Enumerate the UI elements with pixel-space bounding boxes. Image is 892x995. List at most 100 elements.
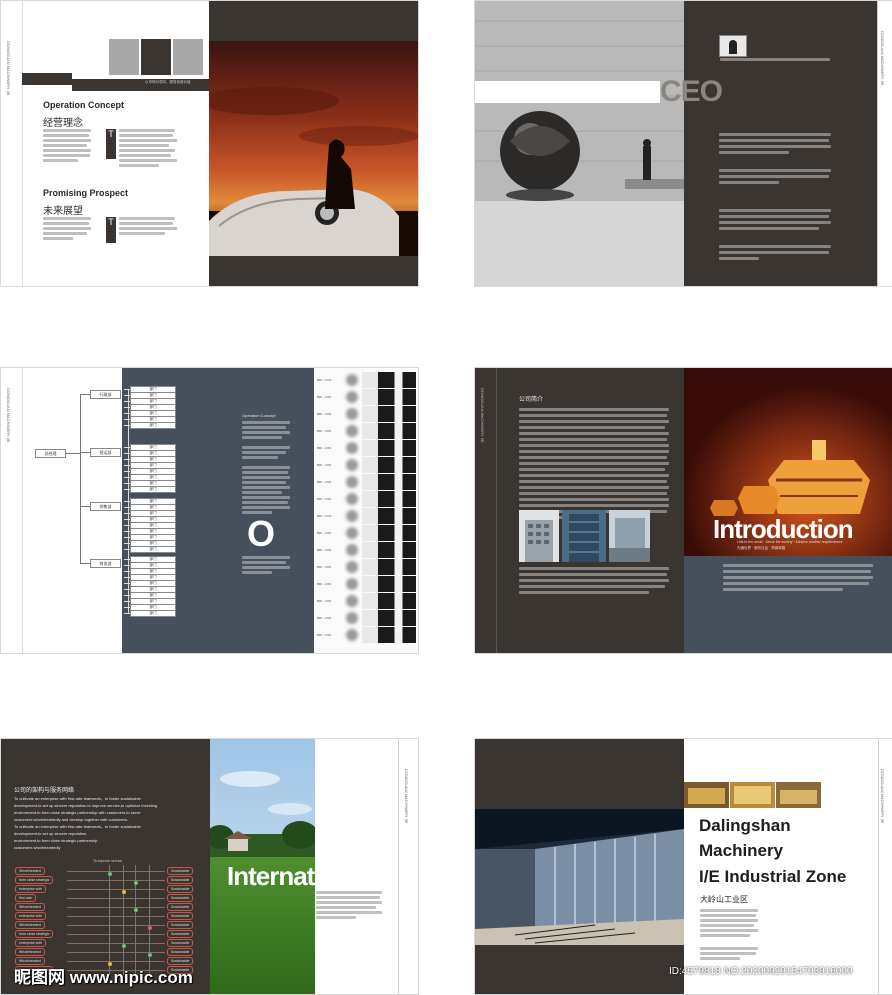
network-left-node: Wholehearted <box>15 903 45 911</box>
network-left-node: enterprise with <box>15 885 46 893</box>
network-link <box>67 880 165 881</box>
person-figure <box>346 372 416 388</box>
network-right-node: Sustainable <box>167 930 194 938</box>
body-text-4 <box>119 217 179 247</box>
person-tag: BRI - UON <box>317 599 332 603</box>
network-column-line <box>123 865 124 975</box>
org-dept-4: 财务部 <box>90 559 121 568</box>
person-tag: BRI - UON <box>317 514 332 518</box>
network-right-node: Sustainable <box>167 894 194 902</box>
big-letter-o: O <box>247 513 276 554</box>
intro-body-text <box>519 408 669 519</box>
body-text-2 <box>119 129 179 174</box>
spread-organization: DONGGUAN MACHINERY I/E 总经理 行政部 营运部 销售部 财… <box>0 367 419 654</box>
heading-operation: Operation Concept <box>43 100 125 110</box>
org-root: 总经理 <box>35 449 66 458</box>
person-tag: BRI - UON <box>317 395 332 399</box>
person-figure <box>346 423 416 439</box>
person-figure <box>346 576 416 592</box>
person-figure <box>346 474 416 490</box>
network-column-line <box>149 865 150 975</box>
spread-introduction: DONGGUAN MACHINERY I/E 公司简介 Introduction… <box>474 367 892 654</box>
network-right-node: Sustainable <box>167 939 194 947</box>
person-figure <box>346 559 416 575</box>
person-figure <box>346 508 416 524</box>
network-left-node: first-rate <box>15 894 36 902</box>
org-leaf-box: 部门 <box>130 610 176 617</box>
network-link <box>67 934 165 935</box>
network-link <box>67 898 165 899</box>
org-leaf-box: 部门 <box>130 546 176 553</box>
dark-square <box>141 39 171 75</box>
op-title-small: Operation Concept <box>242 413 276 418</box>
spread-internation: 公司的架构与服务网络 To cultivate an enterprise wi… <box>0 738 419 995</box>
person-figure <box>346 542 416 558</box>
network-link <box>67 907 165 908</box>
network-dot <box>147 953 152 957</box>
title-line-2: Machinery <box>699 841 784 860</box>
network-dot <box>147 926 152 930</box>
network-link <box>67 916 165 917</box>
person-tag: BRI - UON <box>317 463 332 467</box>
lead-line: customers wholeheartedly <box>14 845 61 850</box>
network-link <box>67 943 165 944</box>
lead-line: development,to set up sincere reputation… <box>14 803 158 808</box>
network-dot <box>107 872 112 876</box>
person-figure <box>346 406 416 422</box>
caption-small: 以市场为导向，服务创造价值 <box>145 80 191 84</box>
org-leaf-box: 部门 <box>130 422 176 429</box>
person-tag: BRI - UON <box>317 582 332 586</box>
org-dept-3: 销售部 <box>90 502 121 511</box>
network-right-node: Sustainable <box>167 876 194 884</box>
spread-ceo: CEO DONGGUAN MACHINERY I/E <box>474 0 892 287</box>
op-body-text-2 <box>242 556 292 586</box>
lead-line: customers wholeheartedly and develop tog… <box>14 817 129 822</box>
network-right-node: Sustainable <box>167 867 194 875</box>
network-link <box>67 961 165 962</box>
ceo-portrait <box>719 35 747 57</box>
side-strip <box>1 368 23 653</box>
ceo-white-band <box>475 81 660 103</box>
thumbnail-strip <box>684 782 821 808</box>
chart-header: To improve service <box>93 859 123 863</box>
header-bar <box>22 73 72 85</box>
network-left-node: Wholehearted <box>15 867 45 875</box>
person-figure <box>346 610 416 626</box>
network-right-node: Sustainable <box>167 948 194 956</box>
network-left-node: enterprise with <box>15 912 46 920</box>
gray-square-2 <box>173 39 203 75</box>
network-link <box>67 889 165 890</box>
heading-promising-cn: 未来展望 <box>43 206 83 217</box>
intro-title-cn: 公司简介 <box>519 397 544 403</box>
person-tag: BRI - UON <box>317 497 332 501</box>
person-tag: BRI - UON <box>317 633 332 637</box>
sphere-sculpture-photo <box>475 1 684 286</box>
person-figure <box>346 491 416 507</box>
intro-tagline: Link to the world · Serve the society · … <box>737 540 843 544</box>
spread-operation-concept: DONGGUAN MACHINERY I/E 以市场为导向，服务创造价值 Ope… <box>0 0 419 287</box>
person-tag: BRI - UON <box>317 548 332 552</box>
building-photos <box>519 510 650 562</box>
lead-line: environment,to form close strategic part… <box>14 810 141 815</box>
heading-promising: Promising Prospect <box>43 188 129 198</box>
person-figure <box>346 627 416 643</box>
person-tag: BRI - UON <box>317 565 332 569</box>
drop-cap-t-1: T <box>106 129 116 159</box>
network-column-line <box>109 865 110 975</box>
network-dot <box>133 881 138 885</box>
watermark-site: 昵图网 www.nipic.com <box>14 968 193 987</box>
org-dept-1: 行政部 <box>90 390 121 399</box>
person-tag: BRI - UON <box>317 616 332 620</box>
person-figure <box>346 457 416 473</box>
lead-text-block: To cultivate an enterprise with first-ra… <box>14 795 204 851</box>
network-right-node: Sustainable <box>167 885 194 893</box>
title-line-1: Dalingshan <box>699 816 791 835</box>
lead-line: environment,to form close strategic part… <box>14 838 98 843</box>
ceo-big-word: CEO <box>660 75 723 108</box>
network-left-node: Wholehearted <box>15 921 45 929</box>
drop-cap-t-2: T <box>106 217 116 243</box>
section-title-cn: 公司的架构与服务网络 <box>14 788 75 794</box>
network-link <box>67 871 165 872</box>
title-line-3: I/E Industrial Zone <box>699 867 847 886</box>
internation-body-text <box>316 891 386 921</box>
